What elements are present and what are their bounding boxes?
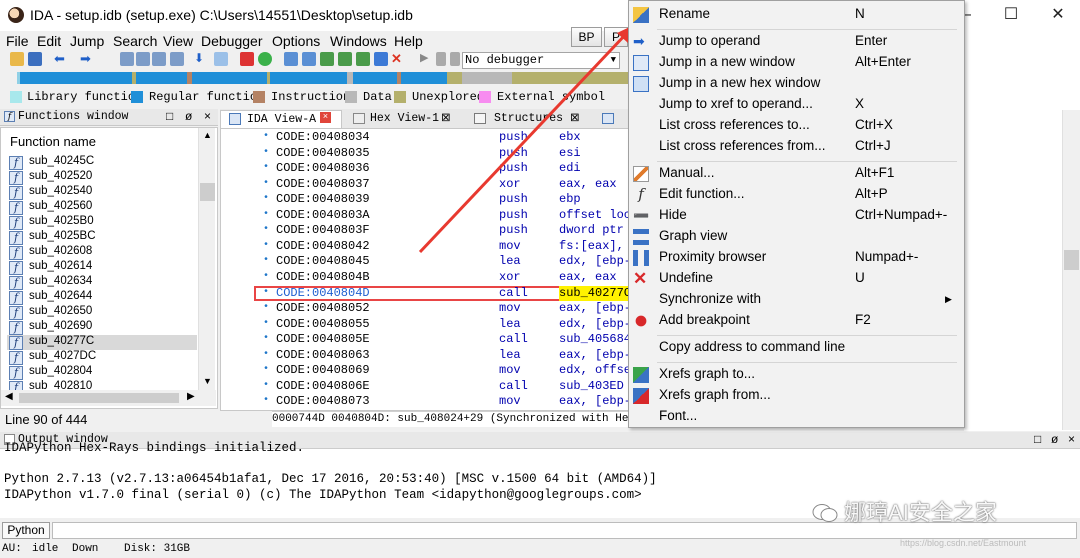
menu-separator — [657, 29, 957, 30]
submenu-arrow-icon: ▶ — [945, 294, 952, 304]
menu-item-undefine[interactable]: ✕ Undefine U — [630, 268, 964, 289]
rename-icon — [633, 7, 649, 23]
menu-item-label: Proximity browser — [659, 249, 767, 264]
menu-item-label: Hide — [659, 207, 687, 222]
menu-item-shortcut: Alt+P — [855, 186, 888, 201]
menu-item-label: Synchronize with — [659, 291, 762, 306]
menu-item-label: List cross references to... — [659, 117, 810, 132]
menu-item-label: Jump in a new window — [659, 54, 795, 69]
menu-item-label: Jump to operand — [659, 33, 761, 48]
menu-item-label: Copy address to command line — [659, 339, 846, 354]
menu-item-shortcut: U — [855, 270, 865, 285]
menu-item-shortcut: Numpad+- — [855, 249, 919, 264]
menu-item-shortcut: F2 — [855, 312, 871, 327]
menu-separator — [657, 161, 957, 162]
proximity-icon — [633, 250, 649, 266]
menu-item-proximity-browser[interactable]: Proximity browser Numpad+- — [630, 247, 964, 268]
menu-item-xrefs-graph-from[interactable]: Xrefs graph from... — [630, 385, 964, 406]
menu-separator — [657, 335, 957, 336]
undefine-x-icon: ✕ — [633, 269, 648, 288]
menu-item-shortcut: X — [855, 96, 865, 111]
wechat-logo-icon — [812, 502, 838, 524]
menu-item-label: Rename — [659, 6, 711, 21]
menu-item-label: Xrefs graph from... — [659, 387, 771, 402]
menu-item-shortcut: Ctrl+Numpad+- — [855, 207, 948, 222]
menu-item-label: Add breakpoint — [659, 312, 750, 327]
jump-arrow-icon: ➡ — [633, 33, 645, 49]
menu-item-label: Xrefs graph to... — [659, 366, 756, 381]
menu-item-label: List cross references from... — [659, 138, 826, 153]
manual-edit-icon — [633, 166, 649, 182]
function-icon: f — [638, 185, 644, 203]
context-menu: Rename N ➡ Jump to operand Enter Jump in a ne… — [628, 0, 965, 428]
breakpoint-icon — [633, 313, 649, 329]
menu-item-jump-in-a-new-window[interactable]: Jump in a new window Alt+Enter — [630, 52, 964, 73]
arrow-line — [418, 32, 628, 254]
menu-item-label: Manual... — [659, 165, 715, 180]
watermark-text: 娜璋AI安全之家 — [844, 500, 997, 525]
watermark-url: https://blog.csdn.net/Eastmount — [900, 538, 1027, 548]
menu-item-label: Graph view — [659, 228, 728, 243]
menu-item-label: Undefine — [659, 270, 714, 285]
menu-item-list-cross-references-to[interactable]: List cross references to... Ctrl+X — [630, 115, 964, 136]
menu-item-manual[interactable]: Manual... Alt+F1 — [630, 163, 964, 184]
menu-item-label: Jump to xref to operand... — [659, 96, 813, 111]
menu-item-copy-address-to-command-line[interactable]: Copy address to command line — [630, 337, 964, 358]
graph-view-icon — [633, 229, 649, 245]
hide-icon: ➖ — [633, 208, 650, 223]
menu-item-jump-to-operand[interactable]: ➡ Jump to operand Enter — [630, 31, 964, 52]
menu-item-label: Font... — [659, 408, 698, 423]
menu-item-jump-to-xref-to-operand[interactable]: Jump to xref to operand... X — [630, 94, 964, 115]
watermark: 娜璋AI安全之家 — [812, 495, 997, 527]
menu-item-shortcut: Alt+F1 — [855, 165, 895, 180]
menu-item-label: Jump in a new hex window — [659, 75, 821, 90]
xrefs-to-icon — [633, 367, 649, 383]
xrefs-from-icon — [633, 388, 649, 404]
menu-item-jump-in-a-new-hex-window[interactable]: Jump in a new hex window — [630, 73, 964, 94]
menu-item-hide[interactable]: ➖ Hide Ctrl+Numpad+- — [630, 205, 964, 226]
menu-item-xrefs-graph-to[interactable]: Xrefs graph to... — [630, 364, 964, 385]
hex-window-icon — [633, 76, 649, 92]
menu-item-graph-view[interactable]: Graph view — [630, 226, 964, 247]
menu-separator — [657, 362, 957, 363]
jump-new-window-icon — [633, 55, 649, 71]
menu-item-shortcut: Alt+Enter — [855, 54, 911, 69]
menu-item-font[interactable]: Font... — [630, 406, 964, 427]
menu-item-label: Edit function... — [659, 186, 745, 201]
menu-item-synchronize-with[interactable]: Synchronize with ▶ — [630, 289, 964, 310]
menu-item-shortcut: Enter — [855, 33, 888, 48]
menu-item-shortcut: Ctrl+X — [855, 117, 893, 132]
menu-item-rename[interactable]: Rename N — [630, 4, 964, 25]
menu-item-edit-function[interactable]: f Edit function... Alt+P — [630, 184, 964, 205]
menu-item-add-breakpoint[interactable]: Add breakpoint F2 — [630, 310, 964, 331]
menu-item-shortcut: N — [855, 6, 865, 21]
menu-item-shortcut: Ctrl+J — [855, 138, 891, 153]
menu-item-list-cross-references-from[interactable]: List cross references from... Ctrl+J — [630, 136, 964, 157]
